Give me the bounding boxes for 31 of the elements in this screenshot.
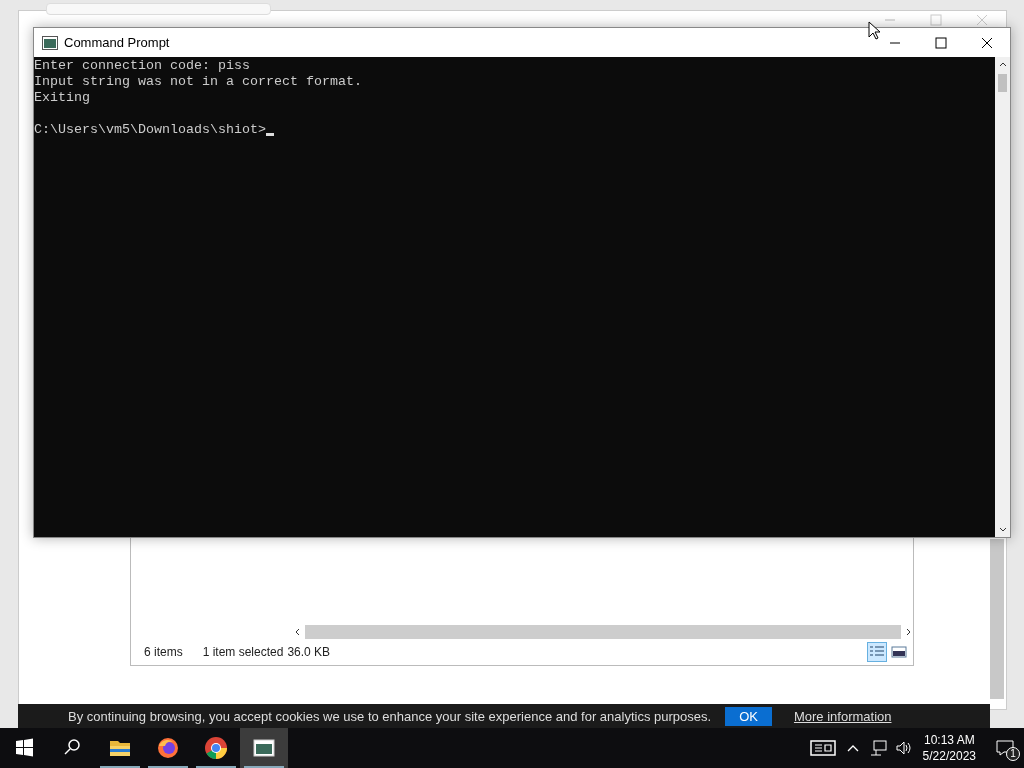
close-icon[interactable] (981, 36, 993, 49)
browser-icon (156, 736, 180, 760)
item-count: 6 items (144, 645, 183, 659)
scroll-thumb[interactable] (998, 74, 1007, 92)
details-list-icon (869, 645, 885, 659)
selection-info: 1 item selected (202, 645, 284, 659)
network-icon[interactable] (868, 740, 887, 756)
maximize-icon[interactable] (935, 36, 947, 49)
news-icon[interactable] (808, 738, 837, 758)
vertical-scrollbar[interactable] (995, 57, 1010, 537)
terminal-icon (252, 736, 276, 760)
console-line: Input string was not in a correct format. (34, 74, 363, 90)
console-taskbar-button[interactable] (240, 728, 288, 768)
console-icon (42, 35, 58, 50)
cookie-text: By continuing browsing, you accept cookies we use to enhance your site experience and for analytics purposes. (68, 708, 712, 724)
clock[interactable]: 10:13 AM 5/22/2023 (922, 732, 976, 764)
preview-pane-icon (891, 645, 907, 659)
browser-icon (204, 736, 228, 760)
command-prompt: C:\Users\vm5\Downloads\shiot> (34, 122, 266, 138)
volume-icon[interactable] (894, 740, 913, 756)
console-line: Exiting (34, 90, 91, 106)
ok-button[interactable]: OK (725, 706, 772, 726)
scrollbar[interactable] (990, 539, 1004, 699)
more-information-link[interactable]: More information (793, 708, 892, 724)
message-icon (996, 740, 1014, 756)
file-size: 36.0 KB (287, 645, 331, 659)
text-cursor (265, 133, 274, 136)
horizontal-scrollbar[interactable] (293, 625, 913, 639)
console-line: Enter connection code: piss (34, 58, 251, 74)
notifications-button[interactable]: 1 (990, 733, 1020, 763)
window-title: Command Prompt (64, 35, 170, 50)
